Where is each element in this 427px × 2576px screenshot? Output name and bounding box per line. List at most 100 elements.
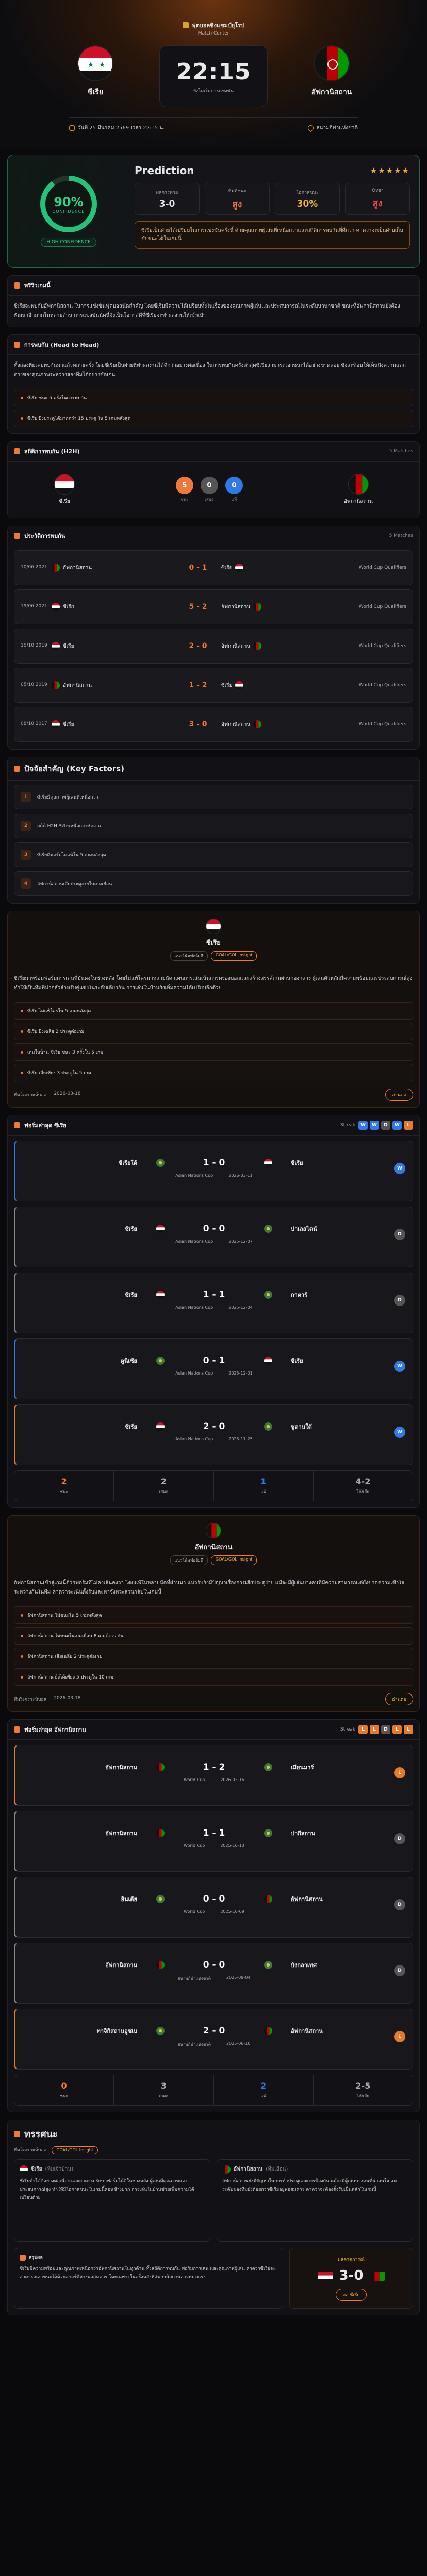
result-badge: D	[394, 1833, 405, 1844]
stat-label: ทีมที่ชนะ	[228, 188, 247, 194]
form-date: 2025-06-10	[226, 2041, 251, 2046]
conclusion-icon	[14, 2130, 20, 2137]
team-flag-icon	[235, 681, 244, 689]
h2h-home-team: อัฟกานิสถาน	[63, 565, 92, 571]
h2h-match-row[interactable]: 10/06 2021 อัฟกานิสถาน 0 - 1 ซีเรีย World Cu…	[14, 550, 413, 585]
conclusion-away-role: (ทีมเยือน)	[266, 2166, 288, 2172]
away-read-more-button[interactable]: อ่านต่อ	[385, 1693, 413, 1705]
stat-value: สูง	[232, 199, 242, 210]
team-flag-icon	[156, 1829, 165, 1837]
form-match-card[interactable]: ทาจิกิสถานอูซเบ 2 - 0 อัฟกานิสถาน สนามกีฬาแ…	[14, 2009, 413, 2070]
summary-label: แพ้	[260, 1489, 266, 1494]
form-competition: Asian Nations Cup	[175, 1305, 213, 1310]
form-away-team: อัฟกานิสถาน	[291, 1896, 323, 1903]
summary-value: 2-5	[355, 2081, 371, 2091]
form-match-card[interactable]: อัฟกานิสถาน 0 - 0 บังกลาเทศ สนามกีฬาแห่งชาต…	[14, 1943, 413, 2004]
h2h-bullet: ซีเรีย ชนะ 5 ครั้งในการพบกัน	[14, 389, 413, 406]
summary-label: ได้/เสีย	[356, 2094, 369, 2098]
h2h-intro-text: ทั้งสองทีมเคยพบกันมาแล้วหลายครั้ง โดยซีเ…	[14, 363, 406, 378]
team-flag-icon	[52, 564, 60, 572]
team-flag-icon	[264, 2027, 272, 2035]
form-match-card[interactable]: ซีเรียใต้ 1 - 0 ซีเรีย Asian Nations Cup 202…	[14, 1141, 413, 1201]
form-home-team: อัฟกานิสถาน	[105, 1830, 137, 1837]
form-match-card[interactable]: อัฟกานิสถาน 1 - 2 เมียนมาร์ World Cup 2026-0…	[14, 1745, 413, 1806]
streak-chip: L	[392, 1725, 402, 1734]
key-icon	[14, 766, 20, 772]
away-team[interactable]: อัฟกานิสถาน	[303, 45, 360, 98]
location-pin-icon	[306, 124, 315, 132]
result-badge: L	[394, 2031, 405, 2042]
home-read-more-button[interactable]: อ่านต่อ	[385, 1089, 413, 1101]
away-analysis-bullet: อัฟกานิสถาน ยิงได้เพียง 5 ประตูใน 10 เกม	[14, 1668, 413, 1686]
streak-label: Streak	[340, 1123, 355, 1128]
team-flag-icon	[156, 1291, 165, 1299]
insight-tag: GOAL/GOL Insight	[210, 1555, 257, 1565]
h2h-summary-title: สถิติการพบกัน (H2H)	[24, 448, 80, 455]
afghanistan-flag-icon	[314, 45, 350, 81]
h2h-match-row[interactable]: 05/10 2019 อัฟกานิสถาน 1 - 2 ซีเรีย World Cu…	[14, 668, 413, 703]
h2h-matches-section: ประวัติการพบกัน 5 Matches 10/06 2021 อัฟกา…	[7, 526, 420, 750]
home-analysis-author: ทีมวิเคราะห์บอล	[14, 1093, 47, 1098]
stat-value: 3-0	[159, 199, 175, 209]
match-date: วันที่ 25 มีนาคม 2569 เวลา 22:15 น.	[69, 124, 165, 132]
h2h-competition: World Cup Qualifiers	[358, 722, 406, 727]
away-analysis-bullet: อัฟกานิสถาน ไม่ชนะใน 5 เกมหลังสุด	[14, 1606, 413, 1624]
form-match-card[interactable]: อินเดีย 0 - 0 อัฟกานิสถาน World Cup 2025-10-…	[14, 1877, 413, 1938]
conclusion-section: ทรรศนะ ทีมวิเคราะห์บอล GOAL/GOL Insight ซ…	[7, 2120, 420, 2315]
summary-label: เสมอ	[159, 2094, 169, 2098]
home-analysis-bullet: เกมในบ้าน ซีเรีย ชนะ 3 ครั้งใน 5 เกม	[14, 1043, 413, 1061]
final-pick-button[interactable]: ต่อ ซีเรีย	[336, 2289, 367, 2301]
h2h-match-row[interactable]: 08/10 2017 ซีเรีย 3 - 0 อัฟกานิสถาน World Cu…	[14, 707, 413, 742]
away-analysis-bullet: อัฟกานิสถาน ไม่ชนะในเกมเยือน 8 เกมติดต่อ…	[14, 1627, 413, 1645]
syria-flag-icon	[54, 474, 75, 495]
form-away-team: บังกลาเทศ	[291, 1962, 317, 1969]
h2h-competition: World Cup Qualifiers	[358, 604, 406, 609]
h2h-home-team: ซีเรีย	[63, 643, 74, 649]
home-analysis-bullet: ซีเรีย เสียเพียง 3 ประตูใน 5 เกม	[14, 1064, 413, 1081]
form-home-team: ซีเรีย	[125, 1226, 137, 1232]
streak-chip: W	[392, 1121, 402, 1130]
key-factor-item: 4 อัฟกานิสถานเสียประตูง่ายในเกมเยือน	[14, 871, 413, 896]
form-match-card[interactable]: ซีเรีย 1 - 1 กาตาร์ Asian Nations Cup 2025-1…	[14, 1273, 413, 1333]
h2h-away-team: ซีเรีย	[221, 682, 233, 688]
result-badge: D	[394, 1229, 405, 1240]
form-competition: สนามกีฬาแห่งชาติ	[177, 2042, 211, 2047]
h2h-home-team: ซีเรีย	[63, 721, 74, 727]
form-competition: Asian Nations Cup	[175, 1173, 213, 1178]
home-streak: Streak W W D W L	[340, 1121, 413, 1130]
confidence-ring: 90% CONFIDENCE	[40, 176, 97, 232]
stat-win-chance: โอกาสชนะ 30%	[275, 183, 340, 215]
form-home-team: ทาจิกิสถานอูซเบ	[96, 2028, 137, 2035]
away-analysis-name: อัฟกานิสถาน	[194, 1544, 233, 1551]
syria-flag-icon	[206, 919, 221, 934]
form-away-team: กาตาร์	[291, 1292, 308, 1298]
league-sub: Match Center	[198, 31, 229, 36]
summary-icon	[20, 2255, 26, 2261]
summary-losses: 1 แพ้	[214, 1471, 314, 1501]
key-factor-number: 3	[21, 850, 31, 860]
key-factor-text: ซีเรียมีฟอร์มไม่แพ้ใน 5 เกมหลังสุด	[37, 853, 106, 858]
team-flag-icon	[235, 564, 244, 572]
confidence-label: CONFIDENCE	[52, 209, 85, 214]
form-competition: Asian Nations Cup	[175, 1371, 213, 1376]
h2h-losses: 0 แพ้	[225, 477, 243, 503]
team-flag-icon	[52, 603, 60, 611]
afghanistan-flag-icon	[369, 2270, 385, 2281]
h2h-counts: 5 ชนะ 0 เสมอ 0 แพ้	[175, 477, 243, 503]
stat-over: Over สูง	[345, 183, 410, 215]
form-home-team: ซีเรียใต้	[118, 1160, 137, 1166]
summary-wins: 0 ชนะ	[14, 2075, 114, 2105]
form-match-card[interactable]: ตูนิเซีย 0 - 1 ซีเรีย Asian Nations Cup 2025…	[14, 1338, 413, 1399]
conclusion-away-name: อัฟกานิสถาน	[234, 2166, 263, 2172]
home-team[interactable]: ซีเรีย	[67, 45, 124, 98]
prediction-card: 90% CONFIDENCE HIGH CONFIDENCE Predictio…	[7, 155, 420, 268]
form-match-card[interactable]: ซีเรีย 0 - 0 ปาเลสไตน์ Asian Nations Cup 202…	[14, 1207, 413, 1267]
h2h-match-row[interactable]: 19/06 2021 ซีเรีย 5 - 2 อัฟกานิสถาน World Cu…	[14, 589, 413, 624]
stat-winner: ทีมที่ชนะสูง	[205, 183, 270, 215]
form-match-card[interactable]: ซีเรีย 2 - 0 ซูดานใต้ Asian Nations Cup 2025…	[14, 1404, 413, 1465]
preview-title: พรีวิวเกมนี้	[24, 282, 51, 289]
form-match-card[interactable]: อัฟกานิสถาน 1 - 1 ปากีสถาน World Cup 2025-10…	[14, 1811, 413, 1872]
h2h-wins: 5 ชนะ	[175, 477, 193, 503]
home-analysis-text: ซีเรียมาพร้อมฟอร์มการเล่นที่มั่นคงในช่วง…	[14, 976, 413, 991]
h2h-match-row[interactable]: 15/10 2019 ซีเรีย 2 - 0 อัฟกานิสถาน World Cu…	[14, 629, 413, 664]
